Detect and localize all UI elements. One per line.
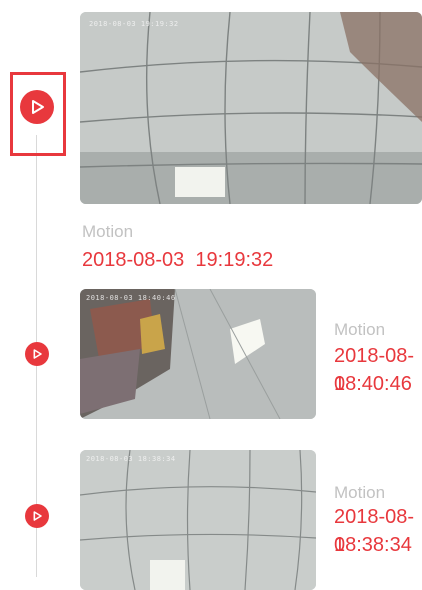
event-thumbnail-2[interactable]: 2018-08-03 18:40:46: [80, 289, 316, 419]
event-osd-timestamp: 2018-08-03 18:38:34: [86, 455, 176, 463]
play-button-event-3[interactable]: [25, 504, 49, 528]
event-timestamp: 2018-08-03 19:19:32: [82, 249, 274, 271]
event-type-label: Motion: [334, 483, 386, 502]
event-thumbnail-3[interactable]: 2018-08-03 18:38:34: [80, 450, 316, 590]
play-icon: [33, 511, 42, 521]
event-osd-timestamp: 2018-08-03 19:19:32: [89, 20, 179, 28]
play-button-event-2[interactable]: [25, 342, 49, 366]
room-snapshot-image: [80, 289, 316, 419]
event-osd-timestamp: 2018-08-03 18:40:46: [86, 294, 176, 302]
event-type-label: Motion: [334, 320, 386, 339]
event-clock: 18:38:34: [334, 534, 412, 556]
event-thumbnail-1[interactable]: 2018-08-03 19:19:32: [80, 12, 422, 204]
ceiling-snapshot-image: [80, 450, 316, 590]
play-button-event-1[interactable]: [20, 90, 54, 124]
play-icon: [32, 100, 44, 114]
event-type-label: Motion: [82, 222, 134, 241]
event-clock: 18:40:46: [334, 373, 412, 395]
ceiling-snapshot-image: [80, 12, 422, 204]
play-icon: [33, 349, 42, 359]
